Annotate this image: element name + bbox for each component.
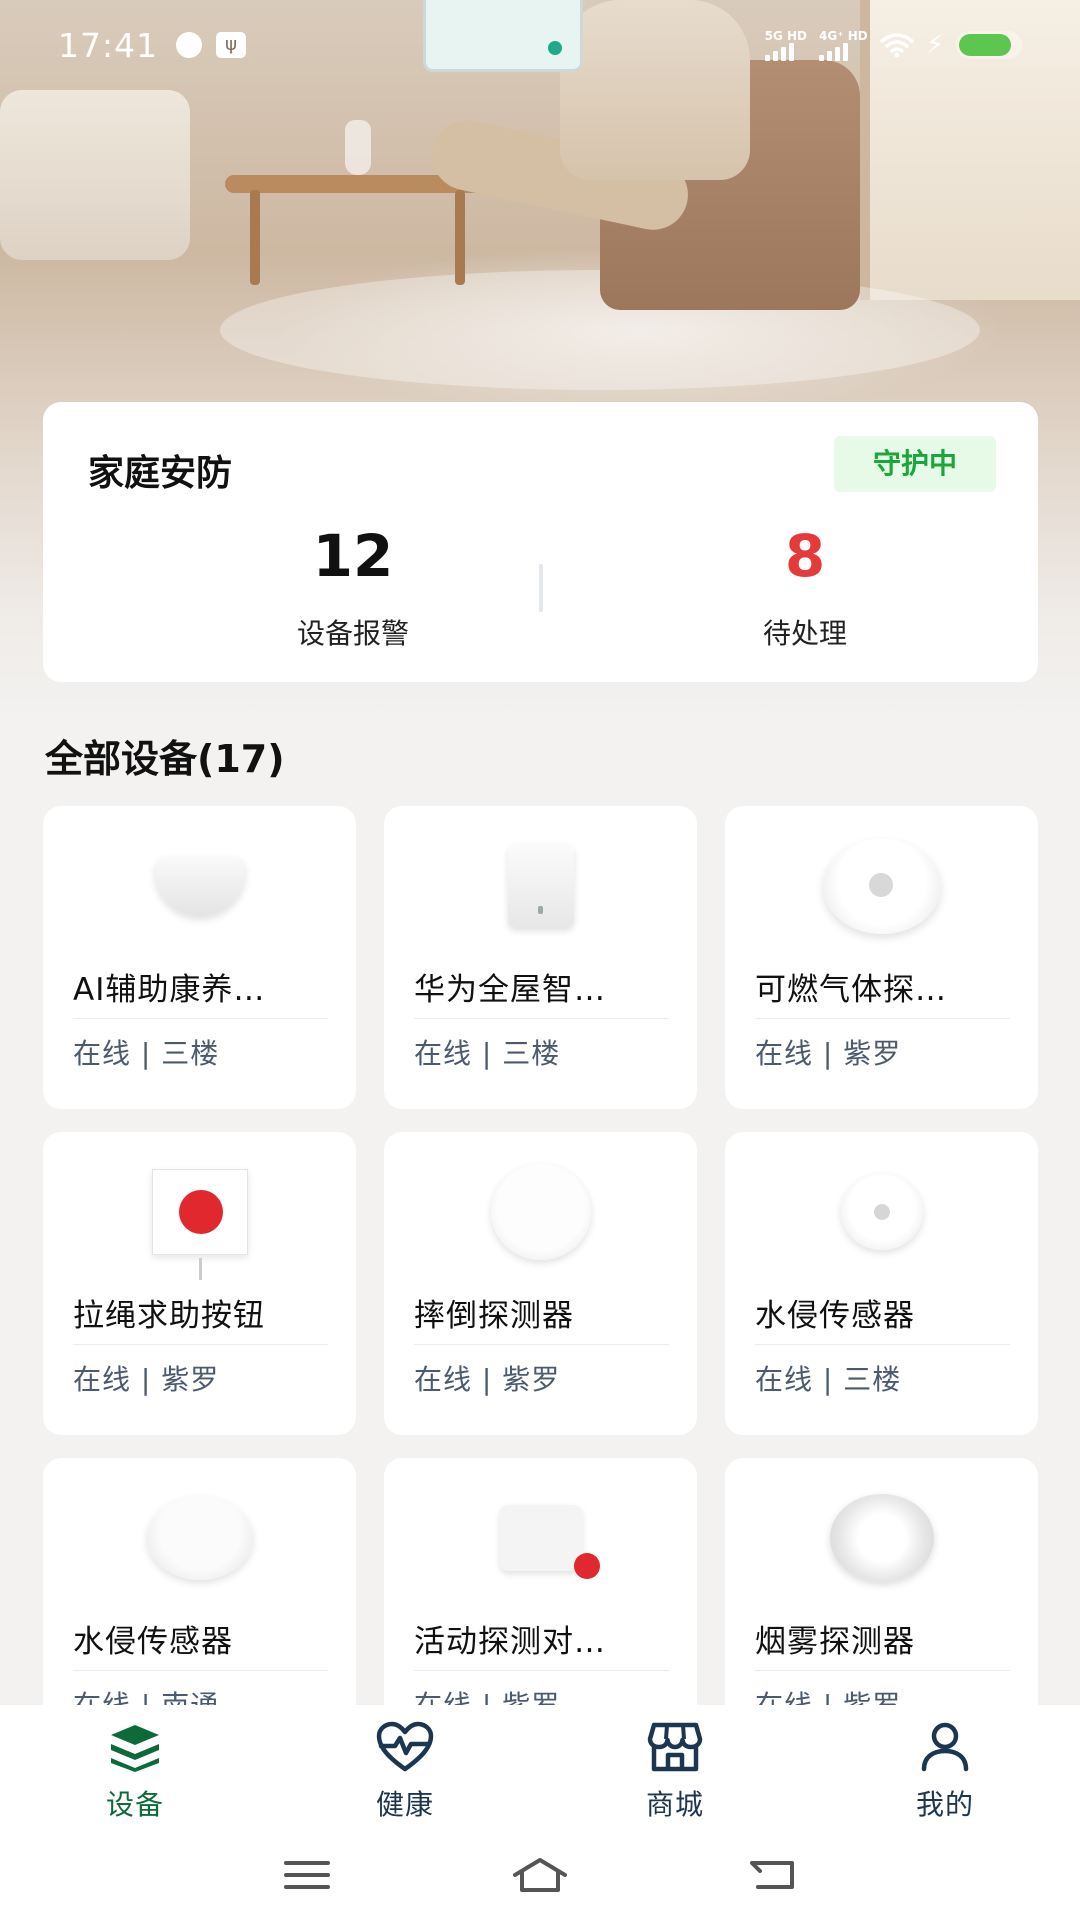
- battery-level: [959, 34, 1011, 56]
- nav-label: 设备: [105, 1788, 164, 1821]
- divider: [755, 1670, 1010, 1671]
- device-card[interactable]: 拉绳求助按钮 在线 | 紫罗: [43, 1132, 356, 1435]
- device-status-location: 在线 | 紫罗: [414, 1363, 561, 1396]
- store-icon: [645, 1717, 705, 1777]
- charging-icon: ⚡: [925, 30, 944, 60]
- network-label: 5G HD: [764, 28, 808, 43]
- device-name: 拉绳求助按钮: [73, 1298, 265, 1334]
- hub-device-icon: [507, 844, 574, 928]
- stat-divider: [539, 564, 543, 612]
- device-status-location: 在线 | 紫罗: [755, 1689, 902, 1706]
- nav-profile[interactable]: 我的: [810, 1705, 1080, 1830]
- device-card[interactable]: 烟雾探测器 在线 | 紫罗: [725, 1458, 1038, 1706]
- activity-detector-icon: [499, 1505, 600, 1579]
- bottom-nav: 设备 健康 商城 我的: [0, 1705, 1080, 1830]
- device-name: 可燃气体探…: [755, 972, 947, 1008]
- signal-5g: 5G HD: [764, 28, 808, 61]
- notification-icon: [176, 32, 203, 58]
- device-status-location: 在线 | 三楼: [73, 1037, 220, 1070]
- network-label: 4G⁺ HD: [819, 28, 868, 43]
- divider: [73, 1344, 328, 1345]
- pending-stat[interactable]: 8 待处理: [655, 522, 955, 652]
- device-status-location: 在线 | 三楼: [755, 1363, 902, 1396]
- profile-icon: [915, 1717, 975, 1777]
- back-icon[interactable]: [743, 1850, 803, 1900]
- nav-devices[interactable]: 设备: [0, 1705, 270, 1830]
- health-icon: [375, 1717, 435, 1777]
- device-card[interactable]: AI辅助康养… 在线 | 三楼: [43, 806, 356, 1109]
- device-card[interactable]: 华为全屋智… 在线 | 三楼: [384, 806, 697, 1109]
- hero-vase: [345, 120, 371, 175]
- alarm-stat[interactable]: 12 设备报警: [203, 522, 503, 652]
- status-badge: 守护中: [834, 436, 996, 492]
- divider: [414, 1018, 669, 1019]
- device-name: 水侵传感器: [755, 1298, 915, 1334]
- wifi-icon: [879, 33, 914, 58]
- status-indicators: 5G HD 4G⁺ HD ⚡: [764, 28, 1022, 61]
- device-name: 华为全屋智…: [414, 972, 606, 1008]
- home-icon[interactable]: [510, 1850, 570, 1900]
- device-status-location: 在线 | 三楼: [414, 1037, 561, 1070]
- gas-detector-icon: [822, 838, 941, 934]
- ap-device-icon: [154, 856, 245, 916]
- fall-detector-icon: [490, 1164, 591, 1260]
- battery-icon: [956, 31, 1022, 59]
- card-title: 家庭安防: [88, 453, 233, 494]
- device-status-location: 在线 | 紫罗: [414, 1689, 561, 1706]
- nav-store[interactable]: 商城: [540, 1705, 810, 1830]
- signal-bars-icon: [764, 42, 807, 61]
- divider: [414, 1344, 669, 1345]
- pending-count: 8: [784, 522, 826, 590]
- device-status-location: 在线 | 南通: [73, 1689, 220, 1706]
- alarm-label: 设备报警: [296, 617, 409, 650]
- nav-label: 健康: [375, 1788, 434, 1821]
- water-sensor-icon: [146, 1496, 253, 1580]
- system-navigation-bar: [0, 1830, 1080, 1920]
- device-name: 水侵传感器: [73, 1624, 233, 1660]
- section-title: 全部设备(17): [45, 737, 285, 781]
- device-card[interactable]: 可燃气体探… 在线 | 紫罗: [725, 806, 1038, 1109]
- nav-label: 商城: [645, 1788, 704, 1821]
- device-card[interactable]: 摔倒探测器 在线 | 紫罗: [384, 1132, 697, 1435]
- device-name: 摔倒探测器: [414, 1298, 574, 1334]
- nav-label: 我的: [915, 1788, 974, 1821]
- device-status-location: 在线 | 紫罗: [73, 1363, 220, 1396]
- device-status-location: 在线 | 紫罗: [755, 1037, 902, 1070]
- alarm-count: 12: [312, 522, 394, 590]
- divider: [73, 1670, 328, 1671]
- hero-table-leg: [250, 190, 260, 285]
- device-name: 烟雾探测器: [755, 1624, 915, 1660]
- status-time: 17:41: [58, 25, 159, 65]
- usb-icon: ψ: [216, 32, 247, 58]
- device-card[interactable]: 水侵传感器 在线 | 南通: [43, 1458, 356, 1706]
- divider: [755, 1344, 1010, 1345]
- sos-button-icon: [151, 1169, 248, 1280]
- menu-icon[interactable]: [277, 1850, 337, 1900]
- device-card[interactable]: 活动探测对… 在线 | 紫罗: [384, 1458, 697, 1706]
- device-card[interactable]: 水侵传感器 在线 | 三楼: [725, 1132, 1038, 1435]
- divider: [414, 1670, 669, 1671]
- nav-health[interactable]: 健康: [270, 1705, 540, 1830]
- status-bar: 17:41 ψ 5G HD 4G⁺ HD ⚡: [0, 0, 1080, 90]
- signal-bars-icon: [819, 42, 868, 61]
- hero-sofa: [0, 90, 190, 260]
- smoke-detector-icon: [829, 1494, 934, 1582]
- devices-icon: [105, 1717, 165, 1777]
- water-sensor-icon: [840, 1174, 923, 1250]
- divider: [73, 1018, 328, 1019]
- hero-table-leg: [455, 190, 465, 285]
- signal-4g: 4G⁺ HD: [819, 28, 868, 61]
- divider: [755, 1018, 1010, 1019]
- home-security-card[interactable]: 家庭安防 守护中 12 设备报警 8 待处理: [43, 402, 1038, 682]
- device-name: 活动探测对…: [414, 1624, 606, 1660]
- pending-label: 待处理: [762, 617, 847, 650]
- device-name: AI辅助康养…: [73, 972, 266, 1008]
- device-grid: AI辅助康养… 在线 | 三楼 华为全屋智… 在线 | 三楼 可燃气体探… 在线…: [43, 806, 1038, 1706]
